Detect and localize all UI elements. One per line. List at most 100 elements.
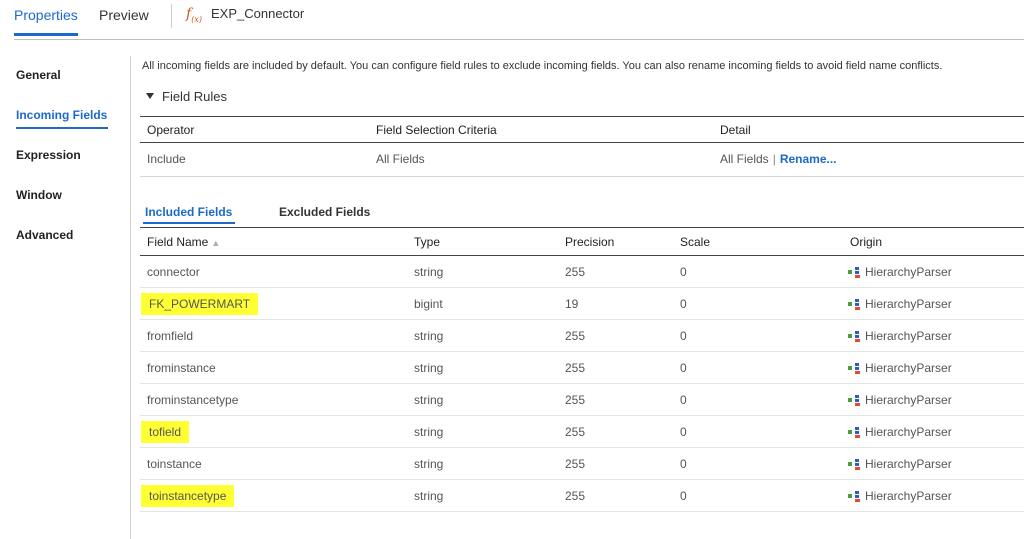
top-tab-bar: Properties Preview f(x) EXP_Connector (0, 0, 1024, 40)
cell-type: string (414, 329, 444, 343)
cell-type: bigint (414, 297, 443, 311)
nav-item-window[interactable]: Window (16, 188, 62, 202)
tab-preview[interactable]: Preview (99, 7, 149, 23)
origin-text: HierarchyParser (865, 393, 952, 407)
field-name-text: tofield (141, 421, 190, 443)
field-name-text: fromfield (147, 329, 194, 343)
cell-field-name: frominstance (147, 361, 216, 375)
field-name-text: FK_POWERMART (141, 293, 259, 315)
rename-link[interactable]: Rename... (780, 152, 837, 166)
cell-field-name: connector (147, 265, 200, 279)
cell-origin: HierarchyParser (848, 329, 952, 343)
fields-table-top-border (140, 227, 1024, 228)
rules-detail-text: All Fields (720, 152, 769, 166)
origin-text: HierarchyParser (865, 265, 952, 279)
table-row[interactable]: toinstancetype string 255 0 HierarchyParser (140, 480, 1024, 512)
cell-field-name: frominstancetype (147, 393, 238, 407)
tab-excluded-fields[interactable]: Excluded Fields (279, 205, 370, 219)
sort-ascending-icon: ▲ (211, 238, 221, 248)
cell-field-name: FK_POWERMART (141, 293, 259, 315)
field-name-text: frominstance (147, 361, 216, 375)
rules-cell-detail: All Fields | Rename... (720, 152, 837, 166)
nav-divider (130, 56, 131, 539)
table-row[interactable]: connector string 255 0 HierarchyParser (140, 256, 1024, 288)
rules-header-criteria: Field Selection Criteria (376, 123, 497, 137)
hierarchy-parser-icon (848, 394, 862, 406)
rules-table-header-border (140, 142, 1024, 143)
cell-scale: 0 (680, 489, 687, 503)
rules-table-bottom-border (140, 176, 1024, 177)
nav-item-advanced[interactable]: Advanced (16, 228, 73, 242)
origin-text: HierarchyParser (865, 361, 952, 375)
cell-precision: 255 (565, 361, 586, 375)
rules-header-operator: Operator (147, 123, 195, 137)
field-rules-toggle[interactable]: Field Rules (146, 89, 227, 104)
nav-active-indicator (16, 127, 108, 129)
hierarchy-parser-icon (848, 426, 862, 438)
table-row[interactable]: frominstance string 255 0 HierarchyParser (140, 352, 1024, 384)
tab-properties[interactable]: Properties (14, 7, 78, 23)
cell-origin: HierarchyParser (848, 425, 952, 439)
cell-precision: 255 (565, 489, 586, 503)
nav-item-incoming-fields[interactable]: Incoming Fields (16, 108, 107, 122)
rules-header-detail: Detail (720, 123, 751, 137)
cell-origin: HierarchyParser (848, 489, 952, 503)
info-text: All incoming fields are included by defa… (142, 60, 943, 72)
cell-type: string (414, 457, 444, 471)
cell-precision: 255 (565, 329, 586, 343)
cell-precision: 255 (565, 265, 586, 279)
cell-scale: 0 (680, 297, 687, 311)
detail-separator: | (772, 152, 776, 166)
hierarchy-parser-icon (848, 458, 862, 470)
rules-cell-criteria: All Fields (376, 152, 425, 166)
cell-precision: 255 (565, 457, 586, 471)
cell-origin: HierarchyParser (848, 297, 952, 311)
hierarchy-parser-icon (848, 362, 862, 374)
origin-text: HierarchyParser (865, 329, 952, 343)
table-row[interactable]: FK_POWERMART bigint 19 0 HierarchyParser (140, 288, 1024, 320)
field-rules-label: Field Rules (162, 89, 228, 104)
tab-included-fields[interactable]: Included Fields (145, 205, 232, 219)
hierarchy-parser-icon (848, 330, 862, 342)
rules-table-top-border (140, 116, 1024, 117)
cell-origin: HierarchyParser (848, 361, 952, 375)
cell-type: string (414, 425, 444, 439)
nav-item-general[interactable]: General (16, 68, 61, 82)
origin-text: HierarchyParser (865, 297, 952, 311)
field-name-text: toinstance (147, 457, 202, 471)
field-name-text: toinstancetype (141, 485, 235, 507)
field-name-text: frominstancetype (147, 393, 239, 407)
cell-type: string (414, 265, 444, 279)
cell-precision: 255 (565, 393, 586, 407)
origin-text: HierarchyParser (865, 457, 952, 471)
nav-item-expression[interactable]: Expression (16, 148, 81, 162)
subtab-active-indicator (143, 222, 235, 224)
cell-type: string (414, 361, 444, 375)
cell-type: string (414, 489, 444, 503)
active-tab-indicator (14, 33, 78, 36)
column-header-origin[interactable]: Origin (850, 235, 882, 249)
table-row[interactable]: tofield string 255 0 HierarchyParser (140, 416, 1024, 448)
table-row[interactable]: frominstancetype string 255 0 HierarchyParse… (140, 384, 1024, 416)
fx-expression-icon: f(x) (186, 6, 202, 24)
cell-field-name: fromfield (147, 329, 193, 343)
column-header-scale[interactable]: Scale (680, 235, 710, 249)
field-name-text: connector (147, 265, 200, 279)
hierarchy-parser-icon (848, 490, 862, 502)
cell-scale: 0 (680, 457, 687, 471)
table-row[interactable]: fromfield string 255 0 HierarchyParser (140, 320, 1024, 352)
origin-text: HierarchyParser (865, 489, 952, 503)
cell-origin: HierarchyParser (848, 457, 952, 471)
column-header-precision[interactable]: Precision (565, 235, 614, 249)
cell-scale: 0 (680, 425, 687, 439)
cell-scale: 0 (680, 265, 687, 279)
hierarchy-parser-icon (848, 266, 862, 278)
table-row[interactable]: toinstance string 255 0 HierarchyParser (140, 448, 1024, 480)
cell-origin: HierarchyParser (848, 393, 952, 407)
cell-scale: 0 (680, 361, 687, 375)
column-header-field-name[interactable]: Field Name ▲ (147, 235, 220, 249)
tab-separator (171, 4, 172, 28)
column-header-type[interactable]: Type (414, 235, 440, 249)
origin-text: HierarchyParser (865, 425, 952, 439)
transformation-name: EXP_Connector (211, 6, 305, 21)
